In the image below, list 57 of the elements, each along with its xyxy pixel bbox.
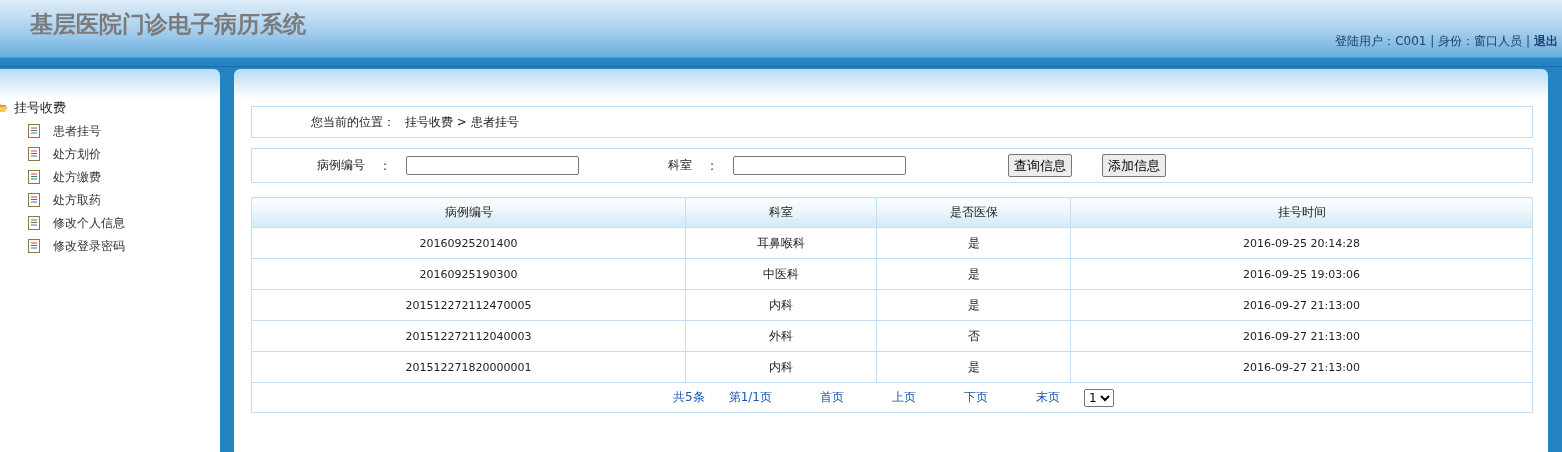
field-label: 科室 [667, 157, 693, 174]
document-icon [28, 193, 40, 207]
menu-group[interactable]: 挂号收费 [14, 99, 66, 117]
document-icon [28, 239, 40, 253]
breadcrumb-path: 挂号收费 > 患者挂号 [405, 113, 519, 131]
menu-item[interactable]: 患者挂号 [53, 122, 101, 140]
user-info: 登陆用户：C001 | 身份：窗口人员 | [1335, 33, 1530, 50]
document-icon [28, 124, 40, 138]
page-link[interactable]: 末页 [1035, 389, 1060, 406]
table-cell: 是 [876, 258, 1071, 290]
colon-label: : [383, 158, 389, 173]
column-header: 病例编号 [251, 197, 686, 228]
search-field[interactable] [406, 156, 579, 175]
table-cell: 内科 [685, 351, 877, 383]
table-cell: 耳鼻喉科 [685, 227, 877, 259]
menu-item[interactable]: 处方取药 [53, 191, 101, 209]
column-header: 挂号时间 [1070, 197, 1533, 228]
record-count: 共5条 [673, 389, 705, 406]
table-cell: 是 [876, 227, 1071, 259]
page-link[interactable]: 上页 [891, 389, 916, 406]
table-cell: 20160925201400 [251, 227, 686, 259]
page-indicator: 第1/1页 [728, 389, 772, 406]
table-cell: 中医科 [685, 258, 877, 290]
logout-link[interactable]: 退出 [1534, 33, 1558, 50]
table-cell: 否 [876, 320, 1071, 352]
table-cell: 内科 [685, 289, 877, 321]
table-cell: 2016-09-25 19:03:06 [1070, 258, 1533, 290]
document-icon [28, 170, 40, 184]
menu-item[interactable]: 处方划价 [53, 145, 101, 163]
column-header: 科室 [685, 197, 877, 228]
field-label: 病例编号 [316, 157, 366, 174]
app-title: 基层医院门诊电子病历系统 [30, 10, 306, 39]
table-cell: 201512271820000001 [251, 351, 686, 383]
add-button[interactable]: 添加信息 [1102, 154, 1166, 177]
page-link[interactable]: 首页 [819, 389, 844, 406]
table-cell: 201512272112040003 [251, 320, 686, 352]
search-field[interactable] [733, 156, 906, 175]
table-cell: 20160925190300 [251, 258, 686, 290]
table-cell: 201512272112470005 [251, 289, 686, 321]
query-button[interactable]: 查询信息 [1008, 154, 1072, 177]
table-cell: 外科 [685, 320, 877, 352]
document-icon [28, 216, 40, 230]
page-link[interactable]: 下页 [963, 389, 988, 406]
menu-item[interactable]: 处方缴费 [53, 168, 101, 186]
menu-item[interactable]: 修改登录密码 [53, 237, 125, 255]
table-cell: 是 [876, 289, 1071, 321]
table-cell: 2016-09-27 21:13:00 [1070, 289, 1533, 321]
page-select[interactable]: 1 [1083, 388, 1114, 407]
table-cell: 是 [876, 351, 1071, 383]
colon-label: : [710, 158, 716, 173]
table-cell: 2016-09-27 21:13:00 [1070, 351, 1533, 383]
document-icon [28, 147, 40, 161]
menu-item[interactable]: 修改个人信息 [53, 214, 125, 232]
breadcrumb-label: 您当前的位置： [311, 113, 395, 131]
column-header: 是否医保 [876, 197, 1071, 228]
table-cell: 2016-09-27 21:13:00 [1070, 320, 1533, 352]
table-cell: 2016-09-25 20:14:28 [1070, 227, 1533, 259]
